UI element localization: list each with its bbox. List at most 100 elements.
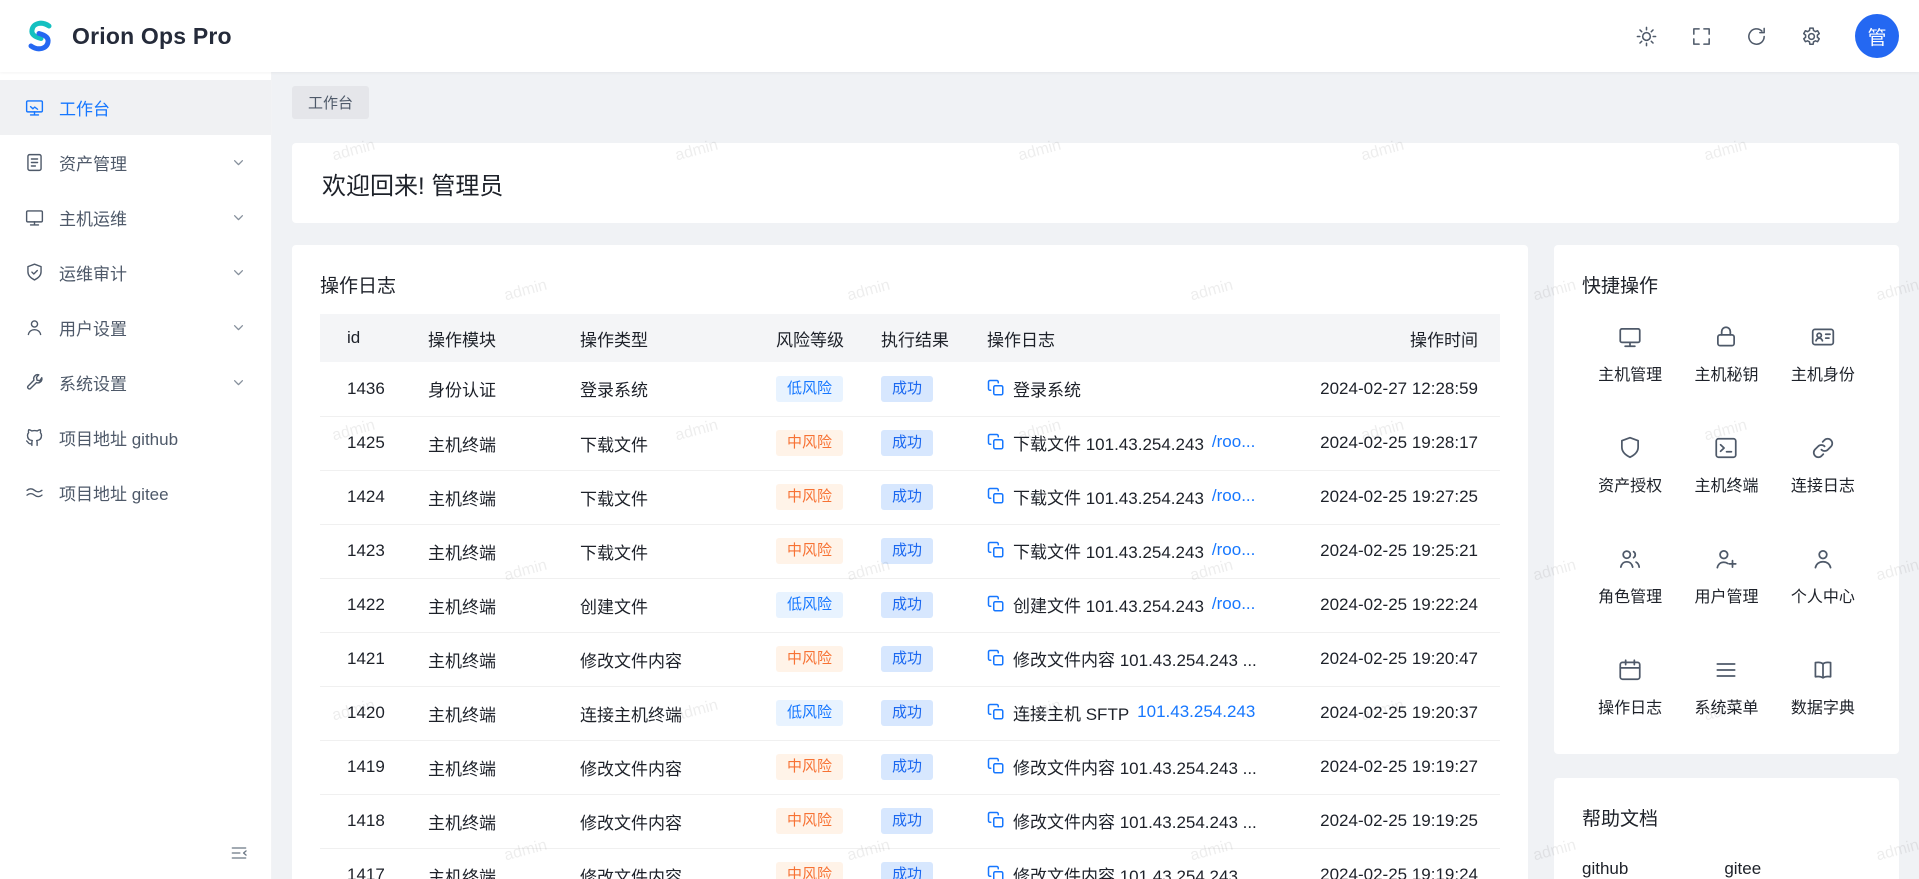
log-text: 修改文件内容 101.43.254.243 ... xyxy=(1013,862,1257,879)
cell-time: 2024-02-27 12:28:59 xyxy=(1295,362,1500,416)
sidebar-item-github[interactable]: 项目地址 github xyxy=(0,410,271,465)
sidebar-collapse-icon[interactable] xyxy=(229,843,249,863)
copy-icon[interactable] xyxy=(987,433,1005,451)
theme-icon[interactable] xyxy=(1635,25,1658,48)
cell-log: 修改文件内容 101.43.254.243 ... xyxy=(987,740,1295,794)
quick-action-label: 主机身份 xyxy=(1791,361,1855,385)
quick-action-label: 资产授权 xyxy=(1598,472,1662,496)
quick-action-label: 主机管理 xyxy=(1598,361,1662,385)
cell-risk: 低风险 xyxy=(776,578,881,632)
copy-icon[interactable] xyxy=(987,865,1005,879)
log-link[interactable]: 101.43.254.243 xyxy=(1137,702,1255,722)
quick-action-item[interactable]: 资产授权 xyxy=(1582,435,1678,496)
sidebar-item-host-ops[interactable]: 主机运维 xyxy=(0,190,271,245)
copy-icon[interactable] xyxy=(987,811,1005,829)
quick-actions-title: 快捷操作 xyxy=(1582,271,1871,298)
menu-lines-icon xyxy=(1713,657,1739,683)
cell-type: 修改文件内容 xyxy=(580,632,776,686)
column-header-module: 操作模块 xyxy=(428,314,580,362)
quick-action-item[interactable]: 角色管理 xyxy=(1582,546,1678,607)
log-link[interactable]: /roo... xyxy=(1212,486,1255,506)
welcome-title: 欢迎回来! 管理员 xyxy=(322,166,503,201)
github-icon xyxy=(24,427,45,448)
table-header-row: id 操作模块 操作类型 风险等级 执行结果 操作日志 操作时间 xyxy=(320,314,1500,362)
cell-module: 主机终端 xyxy=(428,740,580,794)
quick-action-item[interactable]: 个人中心 xyxy=(1775,546,1871,607)
log-link[interactable]: /roo... xyxy=(1212,432,1255,452)
cell-log: 下载文件 101.43.254.243 /roo... xyxy=(987,416,1295,470)
cell-id: 1417 xyxy=(320,848,428,879)
log-table-body: 1436 身份认证 登录系统 低风险 成功 登录系统 2024-02-27 12… xyxy=(320,362,1500,879)
sidebar-item-system-settings[interactable]: 系统设置 xyxy=(0,355,271,410)
fullscreen-icon[interactable] xyxy=(1690,25,1713,48)
sidebar-item-user-settings[interactable]: 用户设置 xyxy=(0,300,271,355)
log-text: 下载文件 101.43.254.243 xyxy=(1013,538,1204,563)
quick-action-item[interactable]: 主机管理 xyxy=(1582,324,1678,385)
sidebar-item-audit[interactable]: 运维审计 xyxy=(0,245,271,300)
cell-time: 2024-02-25 19:19:27 xyxy=(1295,740,1500,794)
cell-id: 1419 xyxy=(320,740,428,794)
cell-time: 2024-02-25 19:19:24 xyxy=(1295,848,1500,879)
log-link[interactable]: /roo... xyxy=(1212,594,1255,614)
brand[interactable]: Orion Ops Pro xyxy=(20,16,232,56)
log-text: 登录系统 xyxy=(1013,376,1081,401)
cell-log: 修改文件内容 101.43.254.243 ... xyxy=(987,632,1295,686)
log-link[interactable]: /roo... xyxy=(1212,540,1255,560)
quick-action-item[interactable]: 主机身份 xyxy=(1775,324,1871,385)
settings-gear-icon[interactable] xyxy=(1800,25,1823,48)
breadcrumb-item-workbench[interactable]: 工作台 xyxy=(292,86,369,119)
operation-log-title: 操作日志 xyxy=(320,271,1500,298)
sidebar-item-workbench[interactable]: 工作台 xyxy=(0,80,271,135)
quick-action-item[interactable]: 连接日志 xyxy=(1775,435,1871,496)
user-add-icon xyxy=(1713,546,1739,572)
column-header-time: 操作时间 xyxy=(1295,314,1500,362)
result-badge: 成功 xyxy=(881,484,933,510)
cell-risk: 低风险 xyxy=(776,362,881,416)
calendar-icon xyxy=(1617,657,1643,683)
sidebar-item-gitee[interactable]: 项目地址 gitee xyxy=(0,465,271,520)
quick-action-item[interactable]: 数据字典 xyxy=(1775,657,1871,718)
idcard-icon xyxy=(1810,324,1836,350)
cell-result: 成功 xyxy=(881,524,987,578)
quick-action-item[interactable]: 操作日志 xyxy=(1582,657,1678,718)
log-text: 修改文件内容 101.43.254.243 ... xyxy=(1013,808,1257,833)
column-header-log: 操作日志 xyxy=(987,314,1295,362)
quick-action-item[interactable]: 主机秘钥 xyxy=(1678,324,1774,385)
quick-action-item[interactable]: 系统菜单 xyxy=(1678,657,1774,718)
cell-time: 2024-02-25 19:20:47 xyxy=(1295,632,1500,686)
copy-icon[interactable] xyxy=(987,541,1005,559)
log-text: 下载文件 101.43.254.243 xyxy=(1013,430,1204,455)
quick-action-item[interactable]: 用户管理 xyxy=(1678,546,1774,607)
copy-icon[interactable] xyxy=(987,649,1005,667)
header-actions: 管 xyxy=(1635,14,1899,58)
cell-type: 修改文件内容 xyxy=(580,740,776,794)
refresh-icon[interactable] xyxy=(1745,25,1768,48)
risk-badge: 中风险 xyxy=(776,538,843,564)
copy-icon[interactable] xyxy=(987,487,1005,505)
user-icon xyxy=(1810,546,1836,572)
log-text: 连接主机 SFTP xyxy=(1013,700,1129,725)
quick-action-item[interactable]: 主机终端 xyxy=(1678,435,1774,496)
operation-log-table: id 操作模块 操作类型 风险等级 执行结果 操作日志 操作时间 1436 身份… xyxy=(320,314,1500,879)
host-icon xyxy=(24,207,45,228)
copy-icon[interactable] xyxy=(987,595,1005,613)
result-badge: 成功 xyxy=(881,646,933,672)
cell-result: 成功 xyxy=(881,848,987,879)
quick-action-label: 主机终端 xyxy=(1694,472,1758,496)
user-avatar[interactable]: 管 xyxy=(1855,14,1899,58)
cell-risk: 中风险 xyxy=(776,740,881,794)
copy-icon[interactable] xyxy=(987,703,1005,721)
sidebar-item-label: 用户设置 xyxy=(59,315,216,340)
sidebar-item-assets[interactable]: 资产管理 xyxy=(0,135,271,190)
cell-time: 2024-02-25 19:25:21 xyxy=(1295,524,1500,578)
help-link-github[interactable]: github xyxy=(1582,859,1628,879)
help-link-gitee[interactable]: gitee xyxy=(1724,859,1761,879)
column-header-id: id xyxy=(320,314,428,362)
copy-icon[interactable] xyxy=(987,757,1005,775)
log-text: 创建文件 101.43.254.243 xyxy=(1013,592,1204,617)
copy-icon[interactable] xyxy=(987,379,1005,397)
sidebar-item-label: 项目地址 gitee xyxy=(59,480,247,505)
cell-risk: 低风险 xyxy=(776,686,881,740)
cell-log: 登录系统 xyxy=(987,362,1295,416)
quick-actions-card: 快捷操作 主机管理主机秘钥主机身份资产授权 主机终端连接日志角色管理用户管理个人中… xyxy=(1554,245,1899,754)
